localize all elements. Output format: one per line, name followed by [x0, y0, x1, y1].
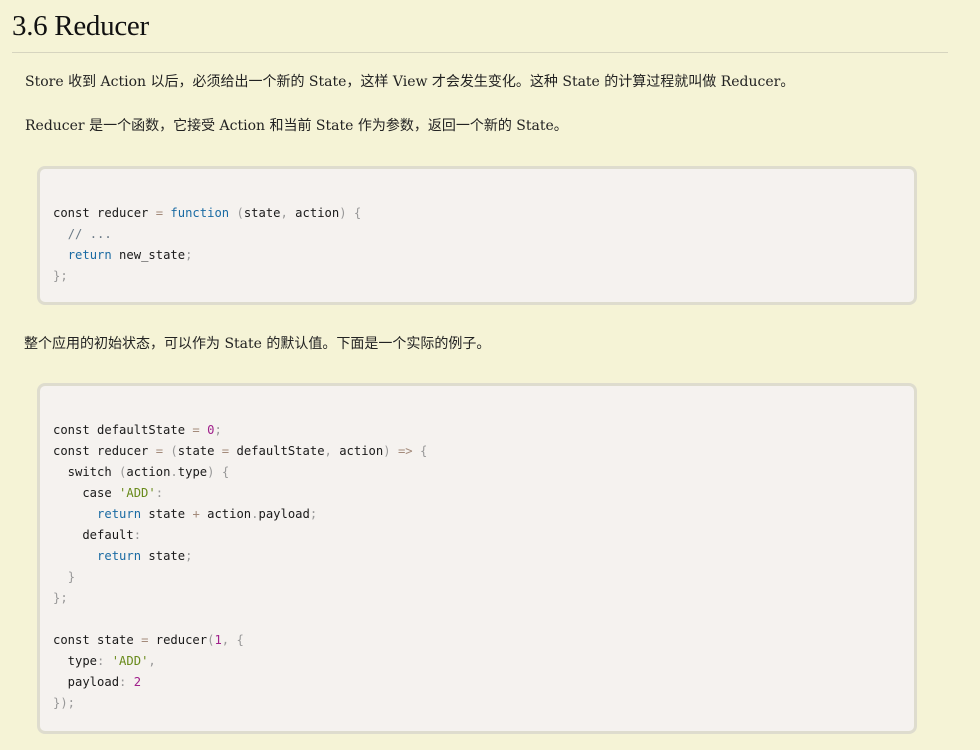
code-token-punc: ;	[185, 248, 193, 262]
code-token-kw: return	[97, 549, 142, 563]
code-token-op: =	[192, 423, 200, 437]
code-token-cmt: // ...	[67, 227, 112, 241]
code-token-punc: )	[339, 206, 347, 220]
code-line: };	[53, 269, 68, 283]
code-token-punc: )	[383, 444, 391, 458]
code-line: // ...	[53, 227, 112, 241]
code-token-punc: (	[170, 444, 178, 458]
code-token-punc: ,	[280, 206, 288, 220]
code-line: return state;	[97, 549, 193, 563]
code-line: type: 'ADD',	[53, 654, 156, 668]
code-token-punc: (	[236, 206, 244, 220]
code-line: default:	[53, 528, 142, 542]
code-token-kw: function	[170, 206, 230, 220]
code-line: switch (action.type) {	[53, 465, 230, 479]
code-token-punc: ,	[148, 654, 156, 668]
code-token-punc: ;	[214, 423, 222, 437]
code-token-punc: :	[119, 675, 127, 689]
code-token-punc: ,	[324, 444, 332, 458]
heading-divider	[12, 52, 948, 53]
code-content: const reducer = function (state, action)…	[53, 203, 361, 287]
code-token-punc: :	[133, 528, 142, 542]
code-token-kw: return	[67, 248, 112, 262]
code-token-op: =	[155, 444, 164, 458]
code-token-punc: ;	[185, 549, 193, 563]
code-token-punc: }	[67, 570, 76, 584]
code-token-punc: };	[53, 269, 68, 283]
code-token-op: =	[221, 444, 230, 458]
code-token-punc: .	[170, 465, 178, 479]
code-token-punc: ;	[309, 507, 318, 521]
code-block-reducer-function: const reducer = function (state, action)…	[37, 166, 917, 305]
code-block-reducer-example: const defaultState = 0; const reducer = …	[37, 383, 917, 734]
code-token-punc: };	[53, 591, 68, 605]
code-token-punc: :	[155, 486, 164, 500]
code-content: const defaultState = 0; const reducer = …	[53, 420, 427, 714]
code-line: payload: 2	[53, 675, 142, 689]
code-line: const reducer = (state = defaultState, a…	[53, 444, 428, 458]
code-token-op: =>	[397, 444, 413, 458]
code-line: };	[53, 591, 68, 605]
code-token-str: 'ADD'	[111, 654, 149, 668]
code-token-op: +	[192, 507, 200, 521]
code-token-punc: .	[251, 507, 259, 521]
code-token-punc: (	[119, 465, 127, 479]
code-line: }	[53, 570, 75, 584]
code-token-op: =	[141, 633, 149, 647]
code-token-punc: });	[53, 696, 76, 710]
code-line: case 'ADD':	[53, 486, 164, 500]
code-line: return new_state;	[67, 248, 193, 262]
code-token-num: 1	[214, 633, 222, 647]
paragraph-default-state: 整个应用的初始状态，可以作为 State 的默认值。下面是一个实际的例子。	[24, 336, 491, 352]
code-token-punc: {	[221, 465, 230, 479]
code-line: return state + action.payload;	[97, 507, 318, 521]
code-line: });	[53, 696, 75, 710]
paragraph-store-reducer-intro: Store 收到 Action 以后，必须给出一个新的 State，这样 Vie…	[25, 74, 795, 90]
code-token-punc: :	[97, 654, 105, 668]
code-token-punc: {	[353, 206, 362, 220]
code-token-punc: {	[419, 444, 428, 458]
code-token-punc: {	[236, 633, 244, 647]
section-heading: 3.6 Reducer	[12, 10, 149, 42]
code-token-num: 2	[133, 675, 142, 689]
code-token-punc: )	[207, 465, 215, 479]
code-line: const state = reducer(1, {	[53, 633, 244, 647]
paragraph-reducer-definition: Reducer 是一个函数，它接受 Action 和当前 State 作为参数，…	[25, 118, 568, 134]
code-token-op: =	[155, 206, 164, 220]
code-token-str: 'ADD'	[119, 486, 156, 500]
code-line: const reducer = function (state, action)…	[53, 206, 362, 220]
code-line: const defaultState = 0;	[53, 423, 222, 437]
code-token-kw: return	[97, 507, 142, 521]
code-token-punc: ,	[221, 633, 230, 647]
